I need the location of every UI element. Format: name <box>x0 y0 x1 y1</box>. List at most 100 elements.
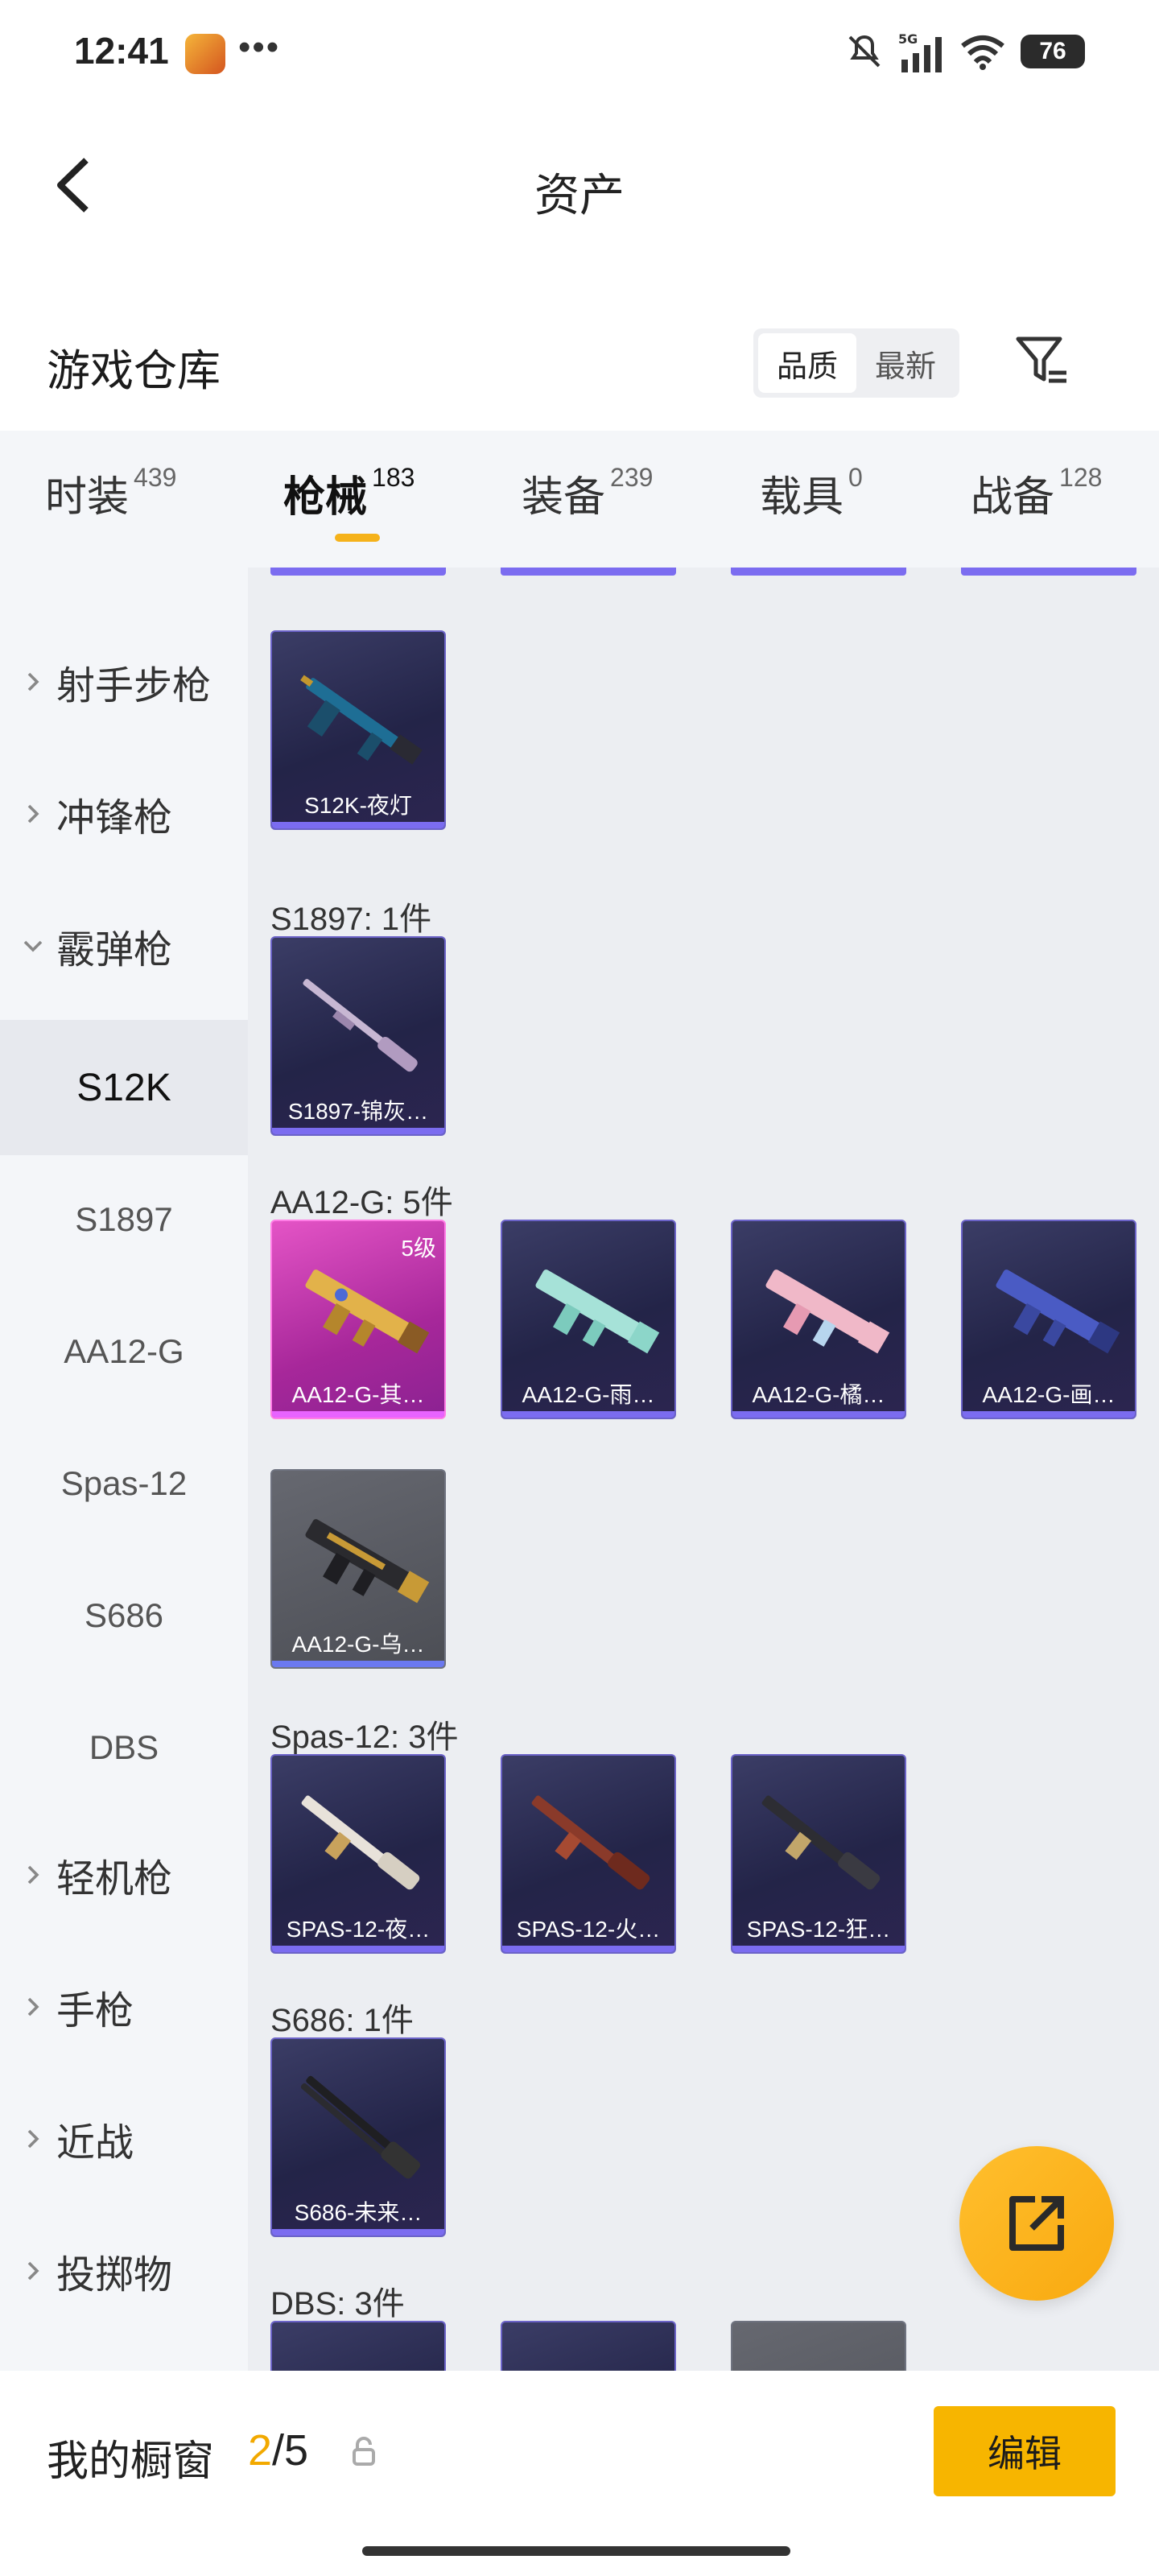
nav-header: 资产 <box>0 121 1159 258</box>
item-card[interactable]: AA12-G-画… <box>961 1220 1136 1419</box>
item-name: S686-未来… <box>294 2200 423 2225</box>
home-indicator <box>362 2546 790 2556</box>
item-name: SPAS-12-狂… <box>746 1917 891 1942</box>
showcase-title: 我的橱窗 <box>47 2438 215 2485</box>
gun-icon <box>535 1269 660 1354</box>
gun-icon <box>996 1269 1120 1354</box>
card-edge <box>270 568 446 576</box>
tab-label: 时装 <box>45 474 130 521</box>
item-card[interactable]: S12K-夜灯 <box>270 630 446 830</box>
gun-icon <box>305 1269 430 1354</box>
svg-text:5G: 5G <box>898 31 918 47</box>
rarity-bar <box>272 1946 444 1952</box>
rarity-bar <box>502 1946 674 1952</box>
status-bar: 12:41 ••• 5G 76 <box>0 0 1159 105</box>
item-card[interactable]: SPAS-12-狂… <box>731 1754 906 1954</box>
edit-button[interactable]: 编辑 <box>934 2406 1116 2496</box>
group-label: DBS: 3件 <box>270 2286 405 2322</box>
card-edge <box>961 568 1136 576</box>
rarity-bar <box>732 1411 905 1418</box>
sort-quality-button[interactable]: 品质 <box>758 333 856 393</box>
showcase-bar: 我的橱窗 2/5 编辑 <box>0 2371 1159 2576</box>
tab-count: 439 <box>134 463 177 492</box>
sidebar-item-throwable[interactable]: 投掷物 <box>0 2203 248 2339</box>
tab-label: 装备 <box>522 474 606 521</box>
rarity-bar <box>272 1661 444 1667</box>
gun-icon <box>765 1269 890 1354</box>
showcase-count: 2/5 <box>248 2425 308 2475</box>
item-card[interactable] <box>501 2321 676 2371</box>
item-name: AA12-G-雨… <box>522 1382 655 1407</box>
item-name: S1897-锦灰… <box>287 1099 429 1124</box>
sidebar-sub-s686[interactable]: S686 <box>0 1548 248 1683</box>
group-label: AA12-G: 5件 <box>270 1185 453 1220</box>
repo-header: 游戏仓库 品质 最新 <box>0 314 1159 411</box>
item-card[interactable]: S1897-锦灰… <box>270 936 446 1136</box>
lock-icon <box>353 2437 375 2466</box>
wifi-icon <box>961 35 1004 70</box>
item-card[interactable]: SPAS-12-火… <box>501 1754 676 1954</box>
chevron-right-icon <box>21 802 45 826</box>
signal-icon: 5G <box>898 31 942 72</box>
sidebar-sub-spas12[interactable]: Spas-12 <box>0 1416 248 1551</box>
sort-newest-button[interactable]: 最新 <box>856 333 955 393</box>
tab-count: 183 <box>372 463 415 492</box>
sidebar-sub-s1897[interactable]: S1897 <box>0 1152 248 1287</box>
rarity-bar <box>272 822 444 828</box>
item-name: AA12-G-乌… <box>291 1632 425 1657</box>
mute-icon <box>848 35 881 68</box>
tab-label: 载具 <box>760 474 844 521</box>
chevron-right-icon <box>21 1863 45 1887</box>
card-edge <box>731 568 906 576</box>
share-button[interactable] <box>959 2146 1114 2301</box>
item-name: AA12-G-橘… <box>752 1382 885 1407</box>
sidebar-item-label: 近战 <box>56 2122 134 2165</box>
tab-guns[interactable]: 枪械 183 <box>283 463 415 523</box>
item-card[interactable]: SPAS-12-夜… <box>270 1754 446 1954</box>
item-card[interactable]: AA12-G-雨… <box>501 1220 676 1419</box>
sidebar-item-shotgun[interactable]: 霰弹枪 <box>0 878 248 1013</box>
share-icon <box>1009 2196 1064 2251</box>
item-card[interactable]: AA12-G-橘… <box>731 1220 906 1419</box>
sidebar-item-lmg[interactable]: 轻机枪 <box>0 1807 248 1942</box>
sidebar-item-melee[interactable]: 近战 <box>0 2071 248 2207</box>
rarity-bar <box>963 1411 1135 1418</box>
chevron-right-icon <box>21 1995 45 2019</box>
active-tab-indicator <box>335 534 380 542</box>
item-name: SPAS-12-夜… <box>286 1917 431 1942</box>
sidebar-item-smg[interactable]: 冲锋枪 <box>0 746 248 881</box>
sidebar-item-label: 霰弹枪 <box>56 929 173 972</box>
sidebar-sub-aa12g[interactable]: AA12-G <box>0 1284 248 1419</box>
filter-button[interactable] <box>1009 328 1074 393</box>
sidebar-sub-dbs[interactable]: DBS <box>0 1680 248 1815</box>
item-card[interactable] <box>731 2321 906 2371</box>
gun-icon <box>300 2075 420 2179</box>
sidebar-item-pistol[interactable]: 手枪 <box>0 1939 248 2074</box>
tab-tactical[interactable]: 战备 128 <box>971 463 1102 523</box>
sidebar-item-label: 射手步枪 <box>56 665 212 708</box>
tab-fashion[interactable]: 时装 439 <box>45 463 176 523</box>
item-card[interactable]: AA12-G-乌… <box>270 1469 446 1669</box>
card-edge <box>501 568 676 576</box>
item-name: AA12-G-画… <box>982 1382 1116 1407</box>
tab-equipment[interactable]: 装备 239 <box>522 463 653 523</box>
sidebar-item-marksman-rifle[interactable]: 射手步枪 <box>0 614 248 749</box>
item-card[interactable]: S686-未来… <box>270 2037 446 2237</box>
showcase-current: 2 <box>248 2426 273 2475</box>
tab-vehicles[interactable]: 载具 0 <box>760 463 863 523</box>
item-card[interactable]: 5级 AA12-G-其… <box>270 1220 446 1419</box>
rarity-bar <box>502 1411 674 1418</box>
showcase-total: /5 <box>272 2426 309 2475</box>
tab-count: 239 <box>610 463 654 492</box>
battery-icon: 76 <box>1021 35 1085 68</box>
tab-label: 战备 <box>971 474 1055 521</box>
item-card[interactable] <box>270 2321 446 2371</box>
sidebar-sub-s12k[interactable]: S12K <box>0 1020 248 1155</box>
sidebar-item-label: 冲锋枪 <box>56 797 173 840</box>
chevron-right-icon <box>21 2127 45 2151</box>
app-notification-icon <box>185 34 225 74</box>
rarity-bar <box>272 2229 444 2235</box>
status-icons: 5G 76 <box>845 31 1085 72</box>
gun-icon <box>300 675 423 765</box>
repo-title: 游戏仓库 <box>47 347 221 395</box>
